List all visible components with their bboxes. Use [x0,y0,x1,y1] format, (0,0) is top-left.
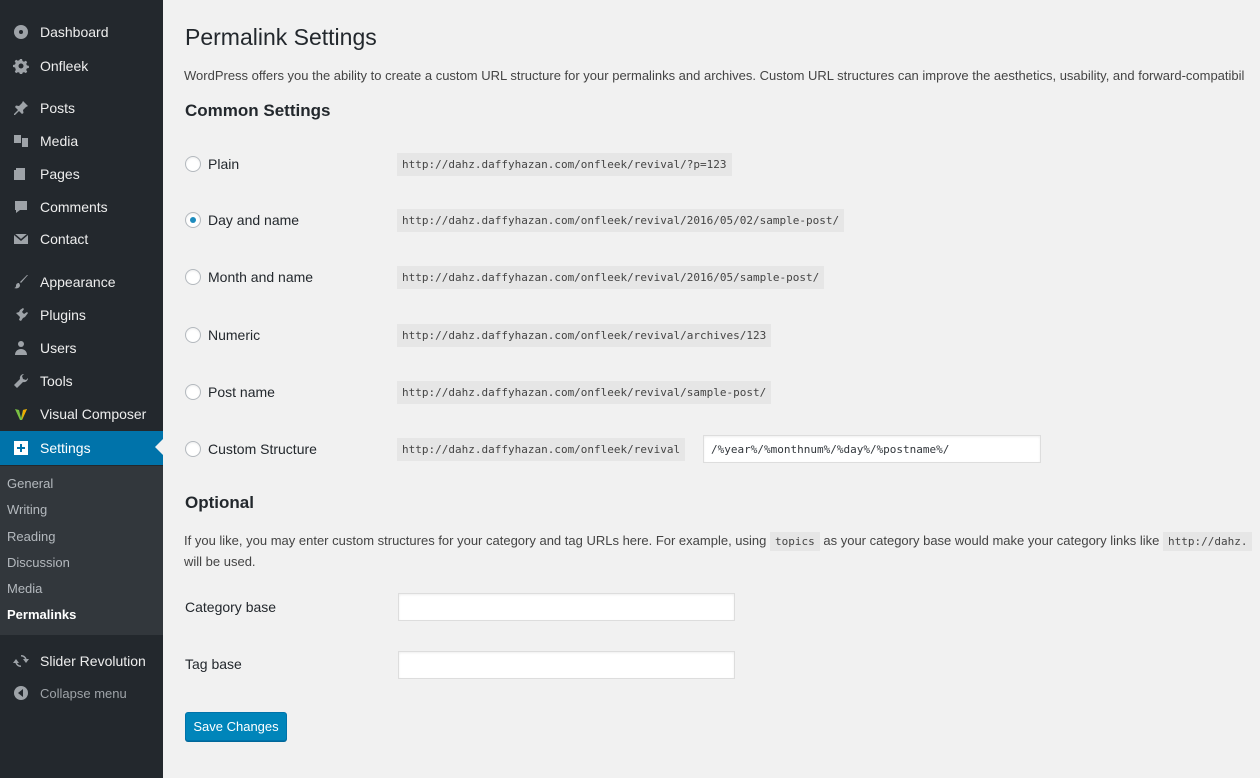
option-label: Custom Structure [208,441,317,457]
submenu-reading[interactable]: Reading [7,529,55,544]
submenu-discussion[interactable]: Discussion [7,555,70,570]
optional-text-part: as your category base would make your ca… [823,533,1160,548]
sidebar-item-comments[interactable]: Comments [0,191,163,223]
sidebar-item-label: Tools [40,373,73,389]
sidebar-item-posts[interactable]: Posts [0,92,163,124]
example-url: http://dahz.daffyhazan.com/onfleek/reviv… [397,437,686,461]
optional-text-part: will be used. [184,554,256,569]
pages-icon [11,164,31,184]
radio-custom-structure[interactable] [185,441,201,457]
example-url: http://dahz.daffyhazan.com/onfleek/reviv… [397,152,732,176]
tag-base-label: Tag base [185,656,242,672]
example-url: http://dahz.daffyhazan.com/onfleek/reviv… [397,380,772,404]
radio-numeric[interactable] [185,327,201,343]
media-icon [11,131,31,151]
settings-submenu: General Writing Reading Discussion Media… [0,466,163,635]
sidebar-item-label: Pages [40,166,80,182]
sidebar-item-label: Visual Composer [40,406,147,422]
radio-plain[interactable] [185,156,201,172]
users-icon [11,338,31,358]
submenu-general[interactable]: General [7,476,53,491]
sidebar-item-settings[interactable]: Settings [0,431,163,465]
option-label: Month and name [208,269,314,285]
inline-code: http://dahz. [1163,532,1253,551]
category-base-label: Category base [185,599,277,615]
pushpin-icon [11,98,31,118]
sidebar-item-label: Posts [40,100,76,116]
radio-month-and-name[interactable] [185,269,201,285]
sidebar-item-label: Media [40,133,79,149]
option-numeric: Numeric http://dahz.daffyhazan.com/onfle… [185,323,1260,347]
radio-day-and-name[interactable] [185,212,201,228]
sidebar-item-label: Dashboard [40,24,109,40]
option-month-and-name: Month and name http://dahz.daffyhazan.co… [185,265,1260,289]
gear-icon [11,56,31,76]
option-label: Plain [208,156,240,172]
mail-icon [11,229,31,249]
sidebar-item-pages[interactable]: Pages [0,158,163,190]
option-post-name: Post name http://dahz.daffyhazan.com/onf… [185,380,1260,404]
option-label: Numeric [208,327,261,343]
sidebar-item-appearance[interactable]: Appearance [0,266,163,298]
comment-icon [11,197,31,217]
sidebar-item-label: Comments [40,199,108,215]
optional-heading: Optional [185,493,254,512]
sidebar-item-label: Appearance [40,274,116,290]
sidebar-item-label: Users [40,340,77,356]
submenu-media[interactable]: Media [7,581,42,596]
radio-post-name[interactable] [185,384,201,400]
sidebar-item-label: Contact [40,231,89,247]
custom-structure-input[interactable]: /%year%/%monthnum%/%day%/%postname%/ [703,435,1041,463]
sidebar-item-visual-composer[interactable]: Visual Composer [0,398,163,430]
sidebar-item-contact[interactable]: Contact [0,223,163,255]
option-label: Post name [208,384,275,400]
example-url: http://dahz.daffyhazan.com/onfleek/reviv… [397,208,845,232]
option-plain: Plain http://dahz.daffyhazan.com/onfleek… [185,152,1260,176]
visual-composer-icon [11,404,31,424]
refresh-icon [11,651,31,671]
tag-base-input[interactable] [398,651,735,679]
page-title: Permalink Settings [185,24,377,50]
option-label: Day and name [208,212,300,228]
settings-icon [11,438,31,458]
optional-text-part: If you like, you may enter custom struct… [184,533,767,548]
submenu-writing[interactable]: Writing [7,502,47,517]
sidebar-item-label: Plugins [40,307,86,323]
sidebar-item-label: Onfleek [40,58,89,74]
collapse-icon [11,683,31,703]
main-content: Permalink Settings WordPress offers you … [184,0,1260,778]
option-day-and-name: Day and name http://dahz.daffyhazan.com/… [185,208,1260,232]
sidebar-item-plugins[interactable]: Plugins [0,299,163,331]
intro-text: WordPress offers you the ability to crea… [184,68,1245,83]
sidebar-item-media[interactable]: Media [0,125,163,157]
admin-sidebar: Dashboard Onfleek Posts Media Pages Comm… [0,0,163,778]
brush-icon [11,272,31,292]
sidebar-item-users[interactable]: Users [0,332,163,364]
plugin-icon [11,305,31,325]
collapse-label: Collapse menu [40,685,127,701]
sidebar-item-label: Slider Revolution [40,653,146,669]
submenu-permalinks[interactable]: Permalinks [7,607,76,622]
example-url: http://dahz.daffyhazan.com/onfleek/reviv… [397,265,825,289]
sidebar-item-onfleek[interactable]: Onfleek [0,50,163,82]
inline-code: topics [770,532,820,551]
optional-description: If you like, you may enter custom struct… [184,531,1253,572]
dashboard-icon [11,22,31,42]
sidebar-item-slider-revolution[interactable]: Slider Revolution [0,645,163,677]
sidebar-item-tools[interactable]: Tools [0,365,163,397]
common-settings-heading: Common Settings [185,101,331,120]
sidebar-item-label: Settings [40,440,91,456]
example-url: http://dahz.daffyhazan.com/onfleek/reviv… [397,323,772,347]
collapse-menu-button[interactable]: Collapse menu [0,677,163,709]
save-changes-button[interactable]: Save Changes [185,712,287,741]
option-custom-structure: Custom Structure http://dahz.daffyhazan.… [185,435,1260,463]
category-base-input[interactable] [398,593,735,621]
wrench-icon [11,371,31,391]
sidebar-item-dashboard[interactable]: Dashboard [0,16,163,48]
